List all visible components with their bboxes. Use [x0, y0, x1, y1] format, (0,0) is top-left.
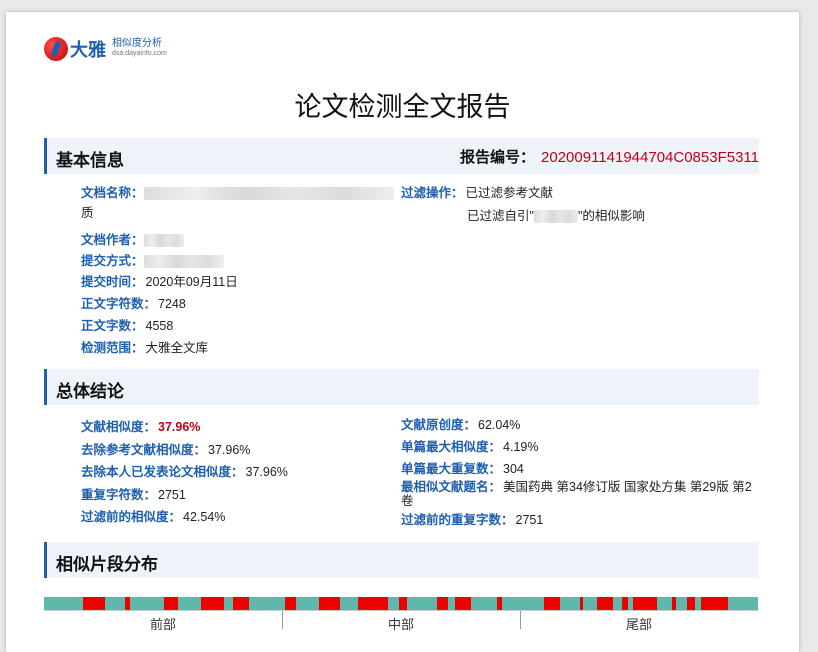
- similar-segment: [83, 597, 105, 610]
- field-value: 37.96%: [245, 465, 288, 479]
- pre-filter-dup-field: 过滤前的重复字数： 2751: [401, 509, 543, 528]
- similar-segment: [672, 597, 676, 610]
- redacted-doc-name: [143, 187, 394, 201]
- field-value: 37.96%: [208, 443, 251, 457]
- similar-segment: [622, 597, 629, 610]
- field-label: 正文字符数：: [81, 297, 157, 311]
- pre-filter-similarity-field: 过滤前的相似度： 42.54%: [81, 506, 225, 525]
- field-label: 文献相似度：: [81, 420, 157, 434]
- word-count-field: 正文字数： 4558: [81, 315, 173, 334]
- doc-name-field: 文档名称：: [81, 182, 394, 201]
- field-label: 去除参考文献相似度：: [81, 443, 207, 457]
- report-number-label: 报告编号：: [460, 148, 536, 166]
- similar-segment: [201, 597, 224, 610]
- similar-segment: [398, 597, 408, 610]
- max-single-field: 单篇最大相似度： 4.19%: [401, 436, 538, 455]
- field-value: 4558: [145, 319, 174, 333]
- similar-segment: [436, 597, 449, 610]
- field-label: 单篇最大相似度：: [401, 440, 502, 454]
- field-label: 单篇最大重复数：: [401, 462, 502, 476]
- submit-time-field: 提交时间： 2020年09月11日: [81, 271, 238, 290]
- similar-segment: [233, 597, 249, 610]
- field-value: 62.04%: [478, 418, 521, 432]
- similar-segment: [497, 597, 503, 610]
- field-value: 304: [503, 462, 524, 476]
- field-label: 正文字数：: [81, 319, 144, 333]
- most-similar-field: 最相似文献题名： 美国药典 第34修订版 国家处方集 第29版 第2卷: [401, 480, 759, 508]
- label-middle: 中部: [387, 617, 414, 632]
- similarity-distribution-bar: [44, 597, 758, 610]
- filter-self-cite: 已过滤自引" "的相似影响: [467, 205, 645, 224]
- similar-segment: [700, 597, 728, 610]
- no-ref-similarity-field: 去除参考文献相似度： 37.96%: [81, 439, 250, 458]
- similar-segment: [633, 597, 657, 610]
- similar-segment: [124, 597, 130, 610]
- filter-prefix: 已过滤自引": [467, 209, 534, 223]
- similar-segment: [358, 597, 389, 610]
- section-title: 总体结论: [56, 382, 124, 402]
- field-value: 2020年09月11日: [145, 275, 238, 289]
- redacted-author: [533, 210, 578, 224]
- field-label: 文献原创度：: [401, 418, 477, 432]
- field-label: 文档作者：: [81, 233, 144, 247]
- max-dup-field: 单篇最大重复数： 304: [401, 458, 524, 477]
- filter-suffix: "的相似影响: [577, 209, 645, 223]
- similar-segment: [318, 597, 341, 610]
- field-value: 7248: [158, 297, 186, 311]
- redacted-submit-method: [143, 255, 224, 269]
- field-label: 提交时间：: [81, 275, 144, 289]
- similar-segment: [543, 597, 560, 610]
- similar-segment: [686, 597, 696, 610]
- field-label: 过滤前的重复字数：: [401, 513, 514, 527]
- originality-field: 文献原创度： 62.04%: [401, 414, 520, 433]
- field-label: 过滤操作：: [401, 186, 464, 200]
- field-label: 去除本人已发表论文相似度：: [81, 465, 244, 479]
- field-value: 2751: [515, 513, 544, 527]
- distribution-header: 相似片段分布: [44, 542, 759, 578]
- brand-name: 大雅: [70, 40, 106, 61]
- field-value: 4.19%: [503, 440, 539, 454]
- similar-segment: [454, 597, 471, 610]
- char-count-field: 正文字符数： 7248: [81, 293, 186, 312]
- similarity-value: 37.96%: [158, 420, 201, 434]
- field-value: 已过滤参考文献: [465, 186, 554, 200]
- brand-subtitle: 相似度分析: [112, 38, 162, 49]
- doc-name-tail: 质: [81, 206, 94, 220]
- brand-domain: dsa.dayainfo.com: [112, 50, 167, 57]
- distribution-labels: 前部 中部 尾部: [44, 610, 758, 633]
- field-value: 大雅全文库: [145, 341, 209, 355]
- similar-segment: [579, 597, 584, 610]
- submit-method-field: 提交方式：: [81, 250, 224, 269]
- report-number: 报告编号： 2020091141944704C0853F5311: [460, 146, 759, 167]
- field-value: 42.54%: [183, 510, 226, 524]
- field-label: 最相似文献题名：: [401, 480, 502, 494]
- field-label: 文档名称：: [81, 186, 144, 200]
- field-label: 过滤前的相似度：: [81, 510, 182, 524]
- summary-header: 总体结论: [44, 369, 759, 405]
- dup-chars-field: 重复字符数： 2751: [81, 484, 186, 503]
- label-front: 前部: [149, 617, 176, 632]
- similarity-field: 文献相似度： 37.96%: [81, 416, 200, 435]
- filter-field: 过滤操作： 已过滤参考文献: [401, 182, 553, 201]
- similar-segment: [163, 597, 178, 610]
- report-number-value: 2020091141944704C0853F5311: [541, 149, 759, 166]
- basic-info-header: 基本信息 报告编号： 2020091141944704C0853F5311: [44, 138, 759, 174]
- report-page: 大雅 相似度分析 dsa.dayainfo.com 论文检测全文报告 基本信息 …: [6, 12, 799, 652]
- field-label: 提交方式：: [81, 254, 144, 268]
- scope-field: 检测范围： 大雅全文库: [81, 337, 208, 356]
- field-label: 检测范围：: [81, 341, 144, 355]
- field-value: 2751: [158, 488, 186, 502]
- author-field: 文档作者：: [81, 229, 184, 248]
- similar-segment: [285, 597, 297, 610]
- similar-segment: [597, 597, 614, 610]
- brand-logo: 大雅 相似度分析 dsa.dayainfo.com: [44, 36, 167, 62]
- no-self-similarity-field: 去除本人已发表论文相似度： 37.96%: [81, 461, 288, 480]
- redacted-author: [143, 234, 184, 248]
- section-title: 基本信息: [56, 151, 124, 171]
- logo-icon: [44, 37, 68, 61]
- report-title: 论文检测全文报告: [294, 92, 511, 123]
- section-title: 相似片段分布: [56, 555, 158, 575]
- label-end: 尾部: [625, 617, 652, 632]
- field-label: 重复字符数：: [81, 488, 157, 502]
